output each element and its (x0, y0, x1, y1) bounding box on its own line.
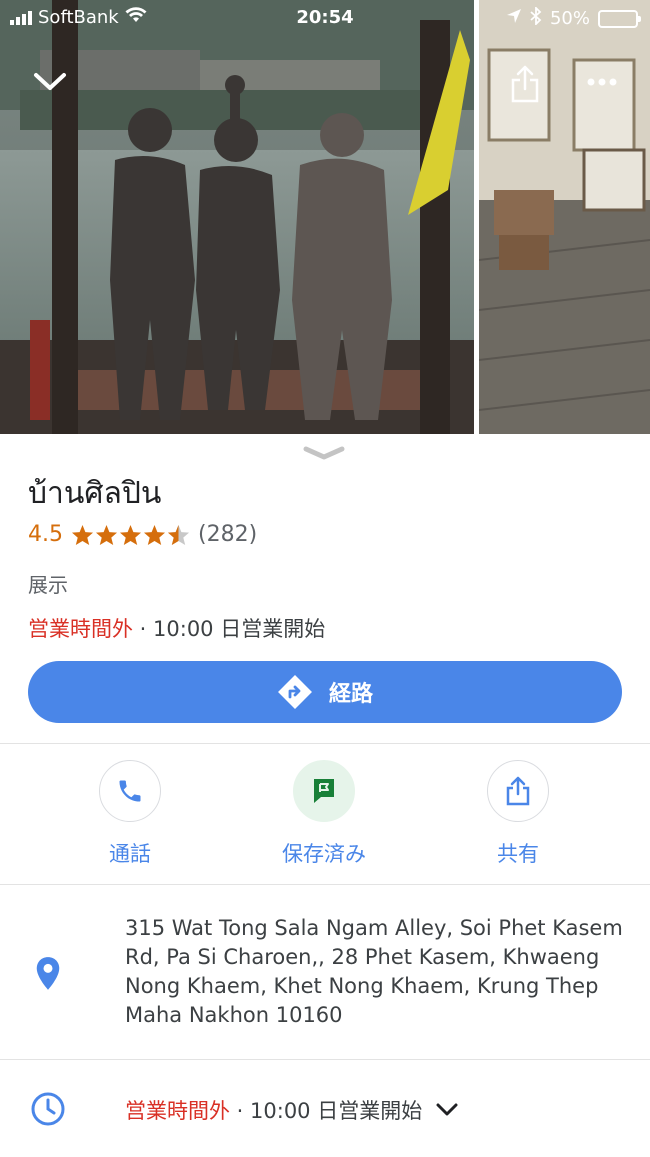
directions-label: 経路 (328, 682, 373, 707)
collapse-button[interactable] (28, 64, 72, 100)
phone-icon (119, 780, 141, 802)
place-category: 展示 (28, 573, 68, 597)
chevron-down-icon[interactable] (436, 1103, 458, 1117)
share-icon (506, 776, 530, 806)
call-circle (99, 760, 161, 822)
rating-value: 4.5 (28, 522, 63, 547)
more-horizontal-icon (587, 78, 617, 86)
divider (0, 884, 650, 885)
star-icon (119, 524, 142, 545)
more-options-button[interactable] (582, 70, 622, 94)
sheet-handle[interactable] (302, 444, 346, 462)
divider (0, 1059, 650, 1060)
share-circle (487, 760, 549, 822)
hours-closed-status: 営業時間外 (125, 1099, 230, 1123)
rating-row[interactable]: 4.5 (282) (28, 522, 257, 547)
star-icon (95, 524, 118, 545)
location-pin-icon (34, 956, 62, 996)
saved-circle (293, 760, 355, 822)
directions-button[interactable]: 経路 (28, 661, 622, 723)
closed-status: 営業時間外 (28, 617, 133, 641)
battery-icon (598, 9, 641, 28)
clock-icon (30, 1091, 66, 1131)
place-title: บ้านศิลปิน (28, 476, 162, 511)
share-button[interactable]: 共有 (438, 760, 598, 868)
status-right: 50% (506, 5, 641, 30)
saved-label: 保存済み (282, 842, 366, 866)
opening-note: · 10:00 日営業開始 (133, 617, 326, 641)
chevron-down-icon (34, 73, 66, 90)
opening-status: 営業時間外 · 10:00 日営業開始 (28, 613, 325, 643)
address-text[interactable]: 315 Wat Tong Sala Ngam Alley, Soi Phet K… (125, 914, 625, 1030)
chevron-down-icon (303, 446, 345, 460)
star-icon (143, 524, 166, 545)
rating-stars (71, 524, 190, 546)
saved-button[interactable]: 保存済み (244, 760, 404, 868)
call-label: 通話 (109, 842, 151, 866)
share-photo-button[interactable] (505, 62, 545, 106)
flag-icon (314, 779, 334, 803)
review-count: (282) (198, 522, 258, 547)
call-button[interactable]: 通話 (50, 760, 210, 868)
photo-gallery[interactable] (0, 0, 650, 434)
bluetooth-icon (530, 5, 542, 30)
directions-icon (278, 675, 312, 709)
hours-note: · 10:00 日営業開始 (230, 1099, 423, 1123)
battery-percent: 50% (549, 8, 590, 29)
location-arrow-icon (506, 8, 522, 29)
star-half-icon (167, 524, 190, 545)
share-icon (511, 65, 539, 103)
hours-row[interactable]: 営業時間外 · 10:00 日営業開始 (125, 1095, 458, 1125)
divider (0, 743, 650, 744)
share-label: 共有 (497, 842, 539, 866)
status-bar: SoftBank 20:54 50% (0, 0, 650, 36)
star-icon (71, 524, 94, 545)
